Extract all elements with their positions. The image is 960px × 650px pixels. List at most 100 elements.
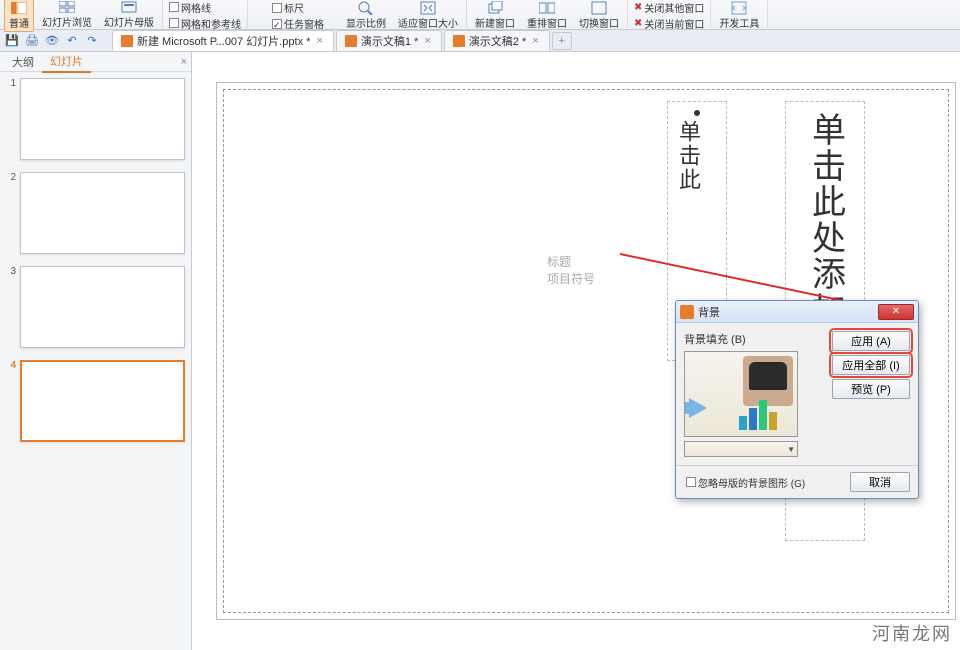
doc-icon — [121, 35, 133, 47]
dialog-close-button[interactable]: ✕ — [878, 304, 914, 320]
cancel-button[interactable]: 取消 — [850, 472, 910, 492]
master-icon — [121, 0, 137, 14]
label: 网格和参考线 — [181, 16, 241, 31]
preview-button[interactable]: 预览 (P) — [832, 379, 910, 399]
close-icon: ✖ — [634, 18, 642, 29]
close-other-button[interactable]: ✖关闭其他窗口 — [632, 0, 706, 15]
close-current-button[interactable]: ✖关闭当前窗口 — [632, 16, 706, 31]
ribbon-group-view: 普通 幻灯片浏览 幻灯片母版 — [0, 0, 163, 30]
label: 任务窗格 — [284, 16, 324, 31]
preview-chart-shape — [739, 400, 777, 430]
ribbon-group-close: ✖关闭其他窗口 ✖关闭当前窗口 — [628, 0, 711, 30]
new-window-icon — [487, 1, 503, 15]
label: 适应窗口大小 — [398, 15, 458, 30]
label: 标尺 — [284, 0, 304, 15]
tab-outline[interactable]: 大纲 — [4, 52, 42, 72]
thumb-preview — [20, 78, 185, 160]
dev-tools-button[interactable]: 开发工具 — [715, 0, 763, 31]
thumb-preview — [20, 266, 185, 348]
bullet-icon — [694, 110, 700, 116]
slide-thumb-3[interactable]: 3 — [6, 266, 185, 348]
view-normal-button[interactable]: 普通 — [4, 0, 34, 32]
ghost-title: 标题 — [547, 253, 595, 270]
ribbon-group-dev: 开发工具 — [711, 0, 768, 30]
preview-arrow-shape — [689, 398, 707, 418]
label: 幻灯片浏览 — [42, 14, 92, 29]
dialog-body: 背景填充 (B) ▼ 应用 (A) — [676, 323, 918, 465]
gridlines-checkbox[interactable]: 网格线 — [167, 0, 243, 15]
close-icon: ✖ — [634, 2, 642, 13]
slide-number: 2 — [6, 172, 16, 254]
fill-dropdown[interactable]: ▼ — [684, 441, 798, 457]
view-browse-button[interactable]: 幻灯片浏览 — [38, 0, 96, 32]
save-button[interactable]: 💾 — [4, 33, 20, 49]
panel-close-icon[interactable]: × — [181, 56, 187, 68]
fill-group-label: 背景填充 (B) — [684, 331, 824, 347]
slide-number: 1 — [6, 78, 16, 160]
zoom-icon — [358, 1, 374, 15]
slide-thumb-4[interactable]: 4 — [6, 360, 185, 442]
slide-thumb-2[interactable]: 2 — [6, 172, 185, 254]
label: 网格线 — [181, 0, 211, 15]
fit-icon — [420, 1, 436, 15]
fit-window-button[interactable]: 适应窗口大小 — [394, 0, 462, 31]
dialog-footer: 忽略母版的背景图形 (G) 取消 — [676, 465, 918, 498]
doc-tab-2[interactable]: 演示文稿1 * × — [336, 30, 442, 51]
body-text: 单击此 — [672, 120, 704, 192]
preview-button[interactable]: 👁 — [44, 33, 60, 49]
new-tab-button[interactable]: + — [552, 32, 572, 50]
new-window-button[interactable]: 新建窗口 — [471, 0, 519, 31]
label: 开发工具 — [719, 15, 759, 30]
thumb-preview — [20, 360, 185, 442]
chevron-down-icon: ▼ — [787, 445, 795, 454]
quick-access-toolbar: 💾 🖨 👁 ↶ ↷ 新建 Microsoft P...007 幻灯片.pptx … — [0, 30, 960, 52]
apply-button[interactable]: 应用 (A) — [832, 331, 910, 351]
thumb-preview — [20, 172, 185, 254]
ribbon-group-show: 网格线 网格和参考线 标尺 任务窗格 — [163, 0, 248, 30]
guides-checkbox[interactable]: 网格和参考线 — [167, 16, 243, 31]
tab-label: 演示文稿1 * — [361, 33, 418, 49]
slide-sorter-icon — [59, 0, 75, 14]
slide-panel: 大纲 幻灯片 × 1 2 3 4 — [0, 52, 192, 650]
app-icon — [680, 305, 694, 319]
switch-icon — [591, 1, 607, 15]
label: 显示比例 — [346, 15, 386, 30]
switch-window-button[interactable]: 切换窗口 — [575, 0, 623, 31]
label: 普通 — [9, 15, 29, 30]
view-normal-icon — [11, 1, 27, 15]
ribbon-group-zoom: 显示比例 适应窗口大小 — [338, 0, 467, 30]
taskpane-checkbox[interactable]: 任务窗格 — [270, 16, 326, 31]
label: 关闭当前窗口 — [644, 16, 704, 31]
arrange-button[interactable]: 重排窗口 — [523, 0, 571, 31]
preview-image — [743, 356, 793, 406]
undo-button[interactable]: ↶ — [64, 33, 80, 49]
devtools-icon — [731, 1, 747, 15]
omit-master-checkbox[interactable]: 忽略母版的背景图形 (G) — [684, 475, 807, 490]
ribbon-group-window: 新建窗口 重排窗口 切换窗口 — [467, 0, 628, 30]
label: 幻灯片母版 — [104, 14, 154, 29]
tab-close-icon[interactable]: × — [530, 35, 540, 47]
print-button[interactable]: 🖨 — [24, 33, 40, 49]
panel-tabs: 大纲 幻灯片 × — [0, 52, 191, 72]
tab-slides[interactable]: 幻灯片 — [42, 51, 91, 73]
slide-thumb-1[interactable]: 1 — [6, 78, 185, 160]
view-master-button[interactable]: 幻灯片母版 — [100, 0, 158, 32]
slide-number: 4 — [6, 360, 16, 442]
ruler-checkbox[interactable]: 标尺 — [270, 0, 326, 15]
slide-editor[interactable]: 单击此 单击此处添加标题 标题 项目符号 背景 ✕ 背景填充 (B) — [192, 52, 960, 650]
doc-icon — [345, 35, 357, 47]
tab-close-icon[interactable]: × — [314, 35, 324, 47]
tab-close-icon[interactable]: × — [422, 35, 432, 47]
doc-icon — [453, 35, 465, 47]
apply-all-button[interactable]: 应用全部 (I) — [832, 355, 910, 375]
dialog-titlebar[interactable]: 背景 ✕ — [676, 301, 918, 323]
arrange-icon — [539, 1, 555, 15]
main-area: 大纲 幻灯片 × 1 2 3 4 单击此 单击此处添加标题 标题 项目符号 — [0, 52, 960, 650]
doc-tab-1[interactable]: 新建 Microsoft P...007 幻灯片.pptx * × — [112, 30, 334, 51]
redo-button[interactable]: ↷ — [84, 33, 100, 49]
zoom-button[interactable]: 显示比例 — [342, 0, 390, 31]
label: 忽略母版的背景图形 (G) — [698, 475, 805, 490]
doc-tab-3[interactable]: 演示文稿2 * × — [444, 30, 550, 51]
tab-label: 演示文稿2 * — [469, 33, 526, 49]
tab-label: 新建 Microsoft P...007 幻灯片.pptx * — [137, 33, 310, 49]
